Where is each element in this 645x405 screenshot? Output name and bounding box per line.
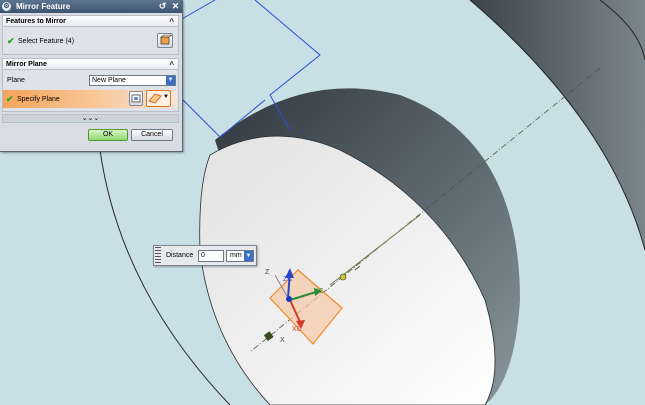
chevron-down-icon[interactable]: ▼ (166, 76, 175, 85)
mirror-feature-dialog: ⚙ Mirror Feature ↺ ✕ Features to Mirror … (0, 0, 183, 152)
chevron-up-icon[interactable]: ^ (169, 17, 174, 26)
triad-zc-label: ZC (283, 276, 292, 283)
mirror-plane-section-title: Mirror Plane (6, 61, 47, 68)
chevron-down-icon[interactable]: ▼ (244, 251, 253, 261)
select-feature-icon[interactable] (157, 33, 173, 48)
more-options-glyph: ⌄⌄⌄ (81, 115, 100, 122)
plane-dialog-icon[interactable] (129, 91, 143, 106)
triad-yc-label: YC (314, 288, 324, 295)
distance-unit-value: mm (230, 252, 242, 259)
reset-icon[interactable]: ↺ (157, 1, 168, 12)
specify-plane-label: Specify Plane (17, 96, 60, 103)
triad-origin[interactable] (286, 296, 292, 302)
ok-button[interactable]: OK (88, 129, 128, 141)
distance-input-box[interactable]: Distance 0 mm ▼ (153, 245, 257, 266)
close-icon[interactable]: ✕ (170, 1, 181, 12)
dialog-title: Mirror Feature (16, 2, 71, 11)
plane-type-select[interactable]: New Plane ▼ (89, 75, 176, 86)
drag-grip[interactable] (155, 247, 161, 264)
features-section-title: Features to Mirror (6, 18, 66, 25)
distance-label: Distance (166, 252, 194, 259)
triad-x-label: X (280, 337, 285, 344)
distance-input[interactable]: 0 (198, 250, 224, 262)
gear-icon[interactable]: ⚙ (2, 2, 11, 11)
chevron-down-icon[interactable]: ▼ (163, 94, 169, 100)
check-icon: ✔ (6, 94, 14, 104)
more-options-toggle[interactable]: ⌄⌄⌄ (2, 114, 179, 123)
chevron-up-icon[interactable]: ^ (169, 60, 174, 69)
specify-plane-row[interactable]: ✔ Specify Plane ▼ (3, 90, 178, 108)
features-section-header[interactable]: Features to Mirror ^ (2, 15, 179, 27)
axis-handle-point[interactable] (339, 273, 347, 281)
check-icon: ✔ (7, 36, 15, 46)
triad-xc-label: XC (292, 326, 302, 333)
plane-label: Plane (7, 77, 25, 84)
mirror-plane-section-header[interactable]: Mirror Plane ^ (2, 58, 179, 70)
select-feature-label: Select Feature (4) (18, 38, 75, 45)
cancel-button[interactable]: Cancel (131, 129, 173, 141)
plane-type-value: New Plane (92, 77, 126, 84)
triad-z-label: Z (265, 269, 270, 276)
specify-plane-icon[interactable]: ▼ (146, 90, 171, 107)
select-feature-row[interactable]: ✔ Select Feature (4) (2, 27, 179, 55)
distance-unit-select[interactable]: mm ▼ (226, 250, 254, 262)
dialog-titlebar[interactable]: ⚙ Mirror Feature ↺ ✕ (0, 0, 182, 13)
datum-plane-outline (179, 0, 216, 21)
